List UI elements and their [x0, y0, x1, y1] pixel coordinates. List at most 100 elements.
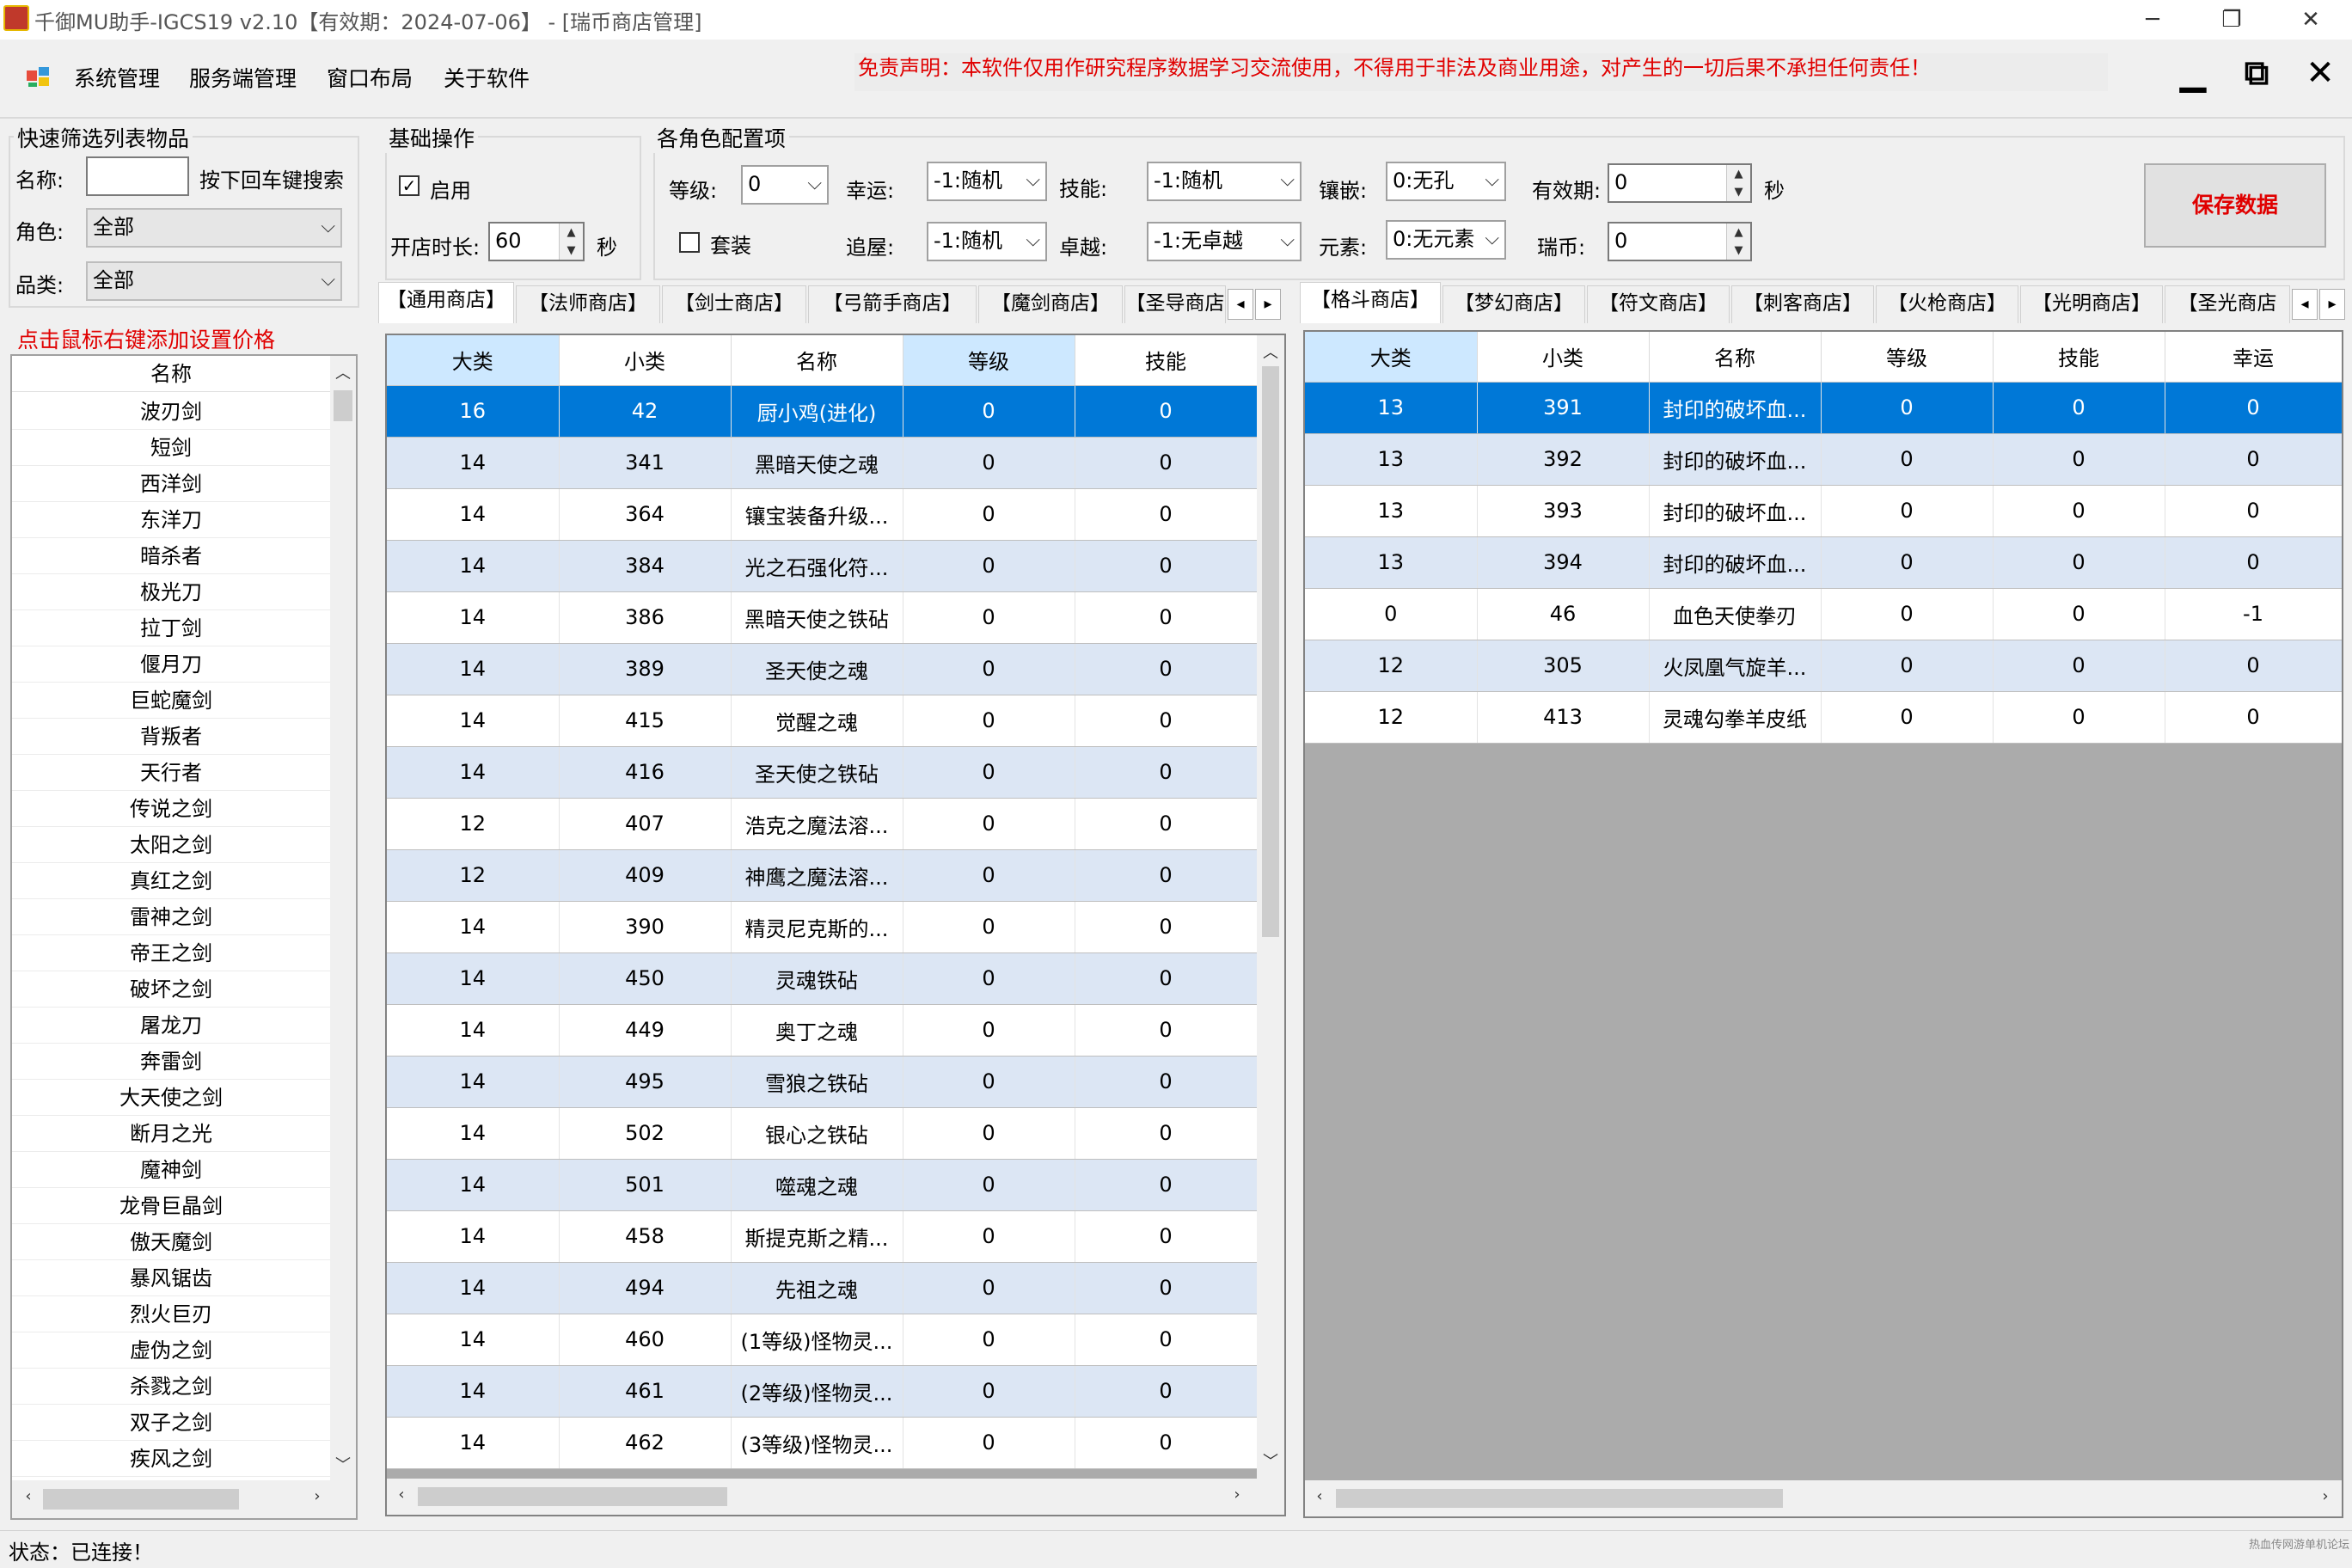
filter-role-select[interactable]: 全部 ⌵ [86, 208, 342, 248]
table-cell[interactable]: 12 [1305, 691, 1478, 744]
expire-input[interactable]: 0 ▲ ▼ [1608, 163, 1752, 203]
tab-fighter-shop[interactable]: 【格斗商店】 [1300, 282, 1441, 323]
list-item[interactable]: 真红之剑 [12, 863, 330, 899]
general-shop-grid[interactable]: 大类 小类 名称 等级 技能 16 42 厨小鸡(进化) 0 0 14 341 黑暗天使之魂 0 0 14 3… [385, 334, 1286, 1516]
element-select[interactable]: 0:无元素 ⌵ [1386, 220, 1506, 260]
table-cell[interactable]: 384 [559, 540, 732, 592]
scroll-left-icon[interactable]: ‹ [15, 1487, 41, 1505]
table-cell[interactable]: (3等级)怪物灵... [731, 1417, 903, 1469]
table-row[interactable]: 14 495 雪狼之铁砧 0 0 [387, 1056, 1258, 1108]
column-header[interactable]: 技能 [1993, 332, 2165, 383]
table-cell[interactable]: 0 [903, 901, 1075, 953]
scroll-left-icon[interactable]: ‹ [389, 1485, 414, 1504]
column-header[interactable]: 大类 [1305, 332, 1478, 383]
grid-hscrollbar[interactable]: ‹ › [1305, 1480, 2342, 1516]
table-cell[interactable]: 42 [559, 385, 732, 438]
spin-arrows-icon[interactable]: ▲ ▼ [1726, 224, 1750, 260]
table-cell[interactable]: (1等级)怪物灵... [731, 1314, 903, 1366]
table-cell[interactable]: 0 [903, 1417, 1075, 1469]
list-item[interactable]: 奔雷剑 [12, 1044, 330, 1080]
table-cell[interactable]: 圣天使之魂 [731, 643, 903, 695]
table-cell[interactable]: 0 [903, 1210, 1075, 1263]
table-cell[interactable]: 14 [387, 1004, 560, 1057]
tab-dream-shop[interactable]: 【梦幻商店】 [1442, 285, 1585, 323]
table-cell[interactable]: -1 [2165, 588, 2342, 640]
table-row[interactable]: 13 394 封印的破坏血... 0 0 0 [1305, 536, 2342, 589]
table-cell[interactable]: 0 [1075, 849, 1258, 902]
table-row[interactable]: 14 390 精灵尼克斯的... 0 0 [387, 901, 1258, 953]
table-cell[interactable]: 0 [1821, 536, 1994, 589]
table-cell[interactable]: 0 [903, 1365, 1075, 1418]
scroll-up-icon[interactable]: ︿ [330, 361, 356, 383]
list-item[interactable]: 疾风之剑 [12, 1441, 330, 1477]
table-cell[interactable]: 386 [559, 591, 732, 644]
table-cell[interactable]: 13 [1305, 485, 1478, 537]
level-select[interactable]: 0 ⌵ [741, 165, 829, 205]
list-item[interactable]: 传说之剑 [12, 791, 330, 827]
list-item[interactable]: 东洋刀 [12, 502, 330, 538]
list-item[interactable]: 断月之光 [12, 1116, 330, 1152]
table-cell[interactable]: 0 [1075, 385, 1258, 438]
table-cell[interactable]: 厨小鸡(进化) [731, 385, 903, 438]
table-cell[interactable]: 封印的破坏血... [1649, 485, 1822, 537]
list-vscroll-thumb[interactable] [334, 390, 352, 421]
list-item[interactable]: 极光刀 [12, 574, 330, 610]
table-row[interactable]: 14 364 镶宝装备升级... 0 0 [387, 488, 1258, 541]
table-cell[interactable]: 494 [559, 1262, 732, 1314]
column-header[interactable]: 大类 [387, 335, 560, 386]
table-cell[interactable]: 14 [387, 1365, 560, 1418]
table-cell[interactable]: 0 [2165, 536, 2342, 589]
table-cell[interactable]: 0 [903, 1004, 1075, 1057]
table-cell[interactable]: 14 [387, 591, 560, 644]
list-hscroll-thumb[interactable] [43, 1489, 239, 1510]
table-cell[interactable]: 封印的破坏血... [1649, 382, 1822, 434]
skill-select[interactable]: -1:随机 ⌵ [1147, 162, 1302, 201]
menu-window-layout[interactable]: 窗口布局 [327, 62, 413, 93]
table-cell[interactable]: 火凤凰气旋羊... [1649, 640, 1822, 692]
table-cell[interactable]: 0 [2165, 433, 2342, 486]
list-item[interactable]: 烈火巨刃 [12, 1296, 330, 1332]
table-cell[interactable]: 0 [903, 798, 1075, 850]
list-vscrollbar[interactable]: ︿ ﹀ [330, 356, 356, 1480]
grid-hscroll-thumb[interactable] [1336, 1489, 1783, 1508]
list-item[interactable]: 大天使之剑 [12, 1080, 330, 1116]
table-cell[interactable]: 0 [1075, 1210, 1258, 1263]
table-cell[interactable]: 圣天使之铁砧 [731, 746, 903, 799]
column-header[interactable]: 等级 [903, 335, 1075, 386]
tab-light-shop[interactable]: 【光明商店】 [2020, 285, 2163, 323]
tab-rune-shop[interactable]: 【符文商店】 [1587, 285, 1730, 323]
minimize-window-button[interactable]: ─ [2113, 0, 2192, 40]
socket-select[interactable]: 0:无孔 ⌵ [1386, 162, 1506, 201]
scroll-right-icon[interactable]: › [2312, 1487, 2338, 1505]
table-cell[interactable]: 0 [1075, 540, 1258, 592]
tab-scroll-left-icon[interactable]: ◂ [2292, 289, 2318, 320]
table-row[interactable]: 14 461 (2等级)怪物灵... 0 0 [387, 1365, 1258, 1418]
close-window-button[interactable]: ✕ [2271, 0, 2350, 40]
scroll-right-icon[interactable]: › [304, 1487, 330, 1505]
table-cell[interactable]: 0 [903, 1159, 1075, 1211]
list-item[interactable]: 短剑 [12, 430, 330, 466]
list-item[interactable]: 偃月刀 [12, 646, 330, 683]
list-item[interactable]: 天行者 [12, 755, 330, 791]
column-header[interactable]: 名称 [1649, 332, 1822, 383]
table-cell[interactable]: 0 [903, 591, 1075, 644]
table-cell[interactable]: 0 [1075, 1107, 1258, 1160]
table-cell[interactable]: 银心之铁砧 [731, 1107, 903, 1160]
table-cell[interactable]: 0 [1075, 1262, 1258, 1314]
list-item[interactable]: 双子之剑 [12, 1405, 330, 1441]
scroll-right-icon[interactable]: › [1224, 1485, 1250, 1504]
fighter-shop-grid[interactable]: 大类 小类 名称 等级 技能 幸运 13 391 封印的破坏血... 0 0 0 13 392 封印的破坏… [1303, 330, 2343, 1518]
table-cell[interactable]: 奥丁之魂 [731, 1004, 903, 1057]
column-header[interactable]: 幸运 [2165, 332, 2342, 383]
table-row[interactable]: 14 501 噬魂之魂 0 0 [387, 1159, 1258, 1211]
table-cell[interactable]: 0 [1821, 485, 1994, 537]
table-cell[interactable]: 12 [387, 849, 560, 902]
tab-swordsman-shop[interactable]: 【剑士商店】 [662, 285, 806, 323]
scroll-up-icon[interactable]: ︿ [1258, 340, 1283, 363]
table-cell[interactable]: 13 [1305, 433, 1478, 486]
table-cell[interactable]: 409 [559, 849, 732, 902]
list-item[interactable]: 拉丁剑 [12, 610, 330, 646]
table-cell[interactable]: 0 [1993, 433, 2165, 486]
table-cell[interactable]: 0 [903, 695, 1075, 747]
table-row[interactable]: 14 341 黑暗天使之魂 0 0 [387, 437, 1258, 489]
